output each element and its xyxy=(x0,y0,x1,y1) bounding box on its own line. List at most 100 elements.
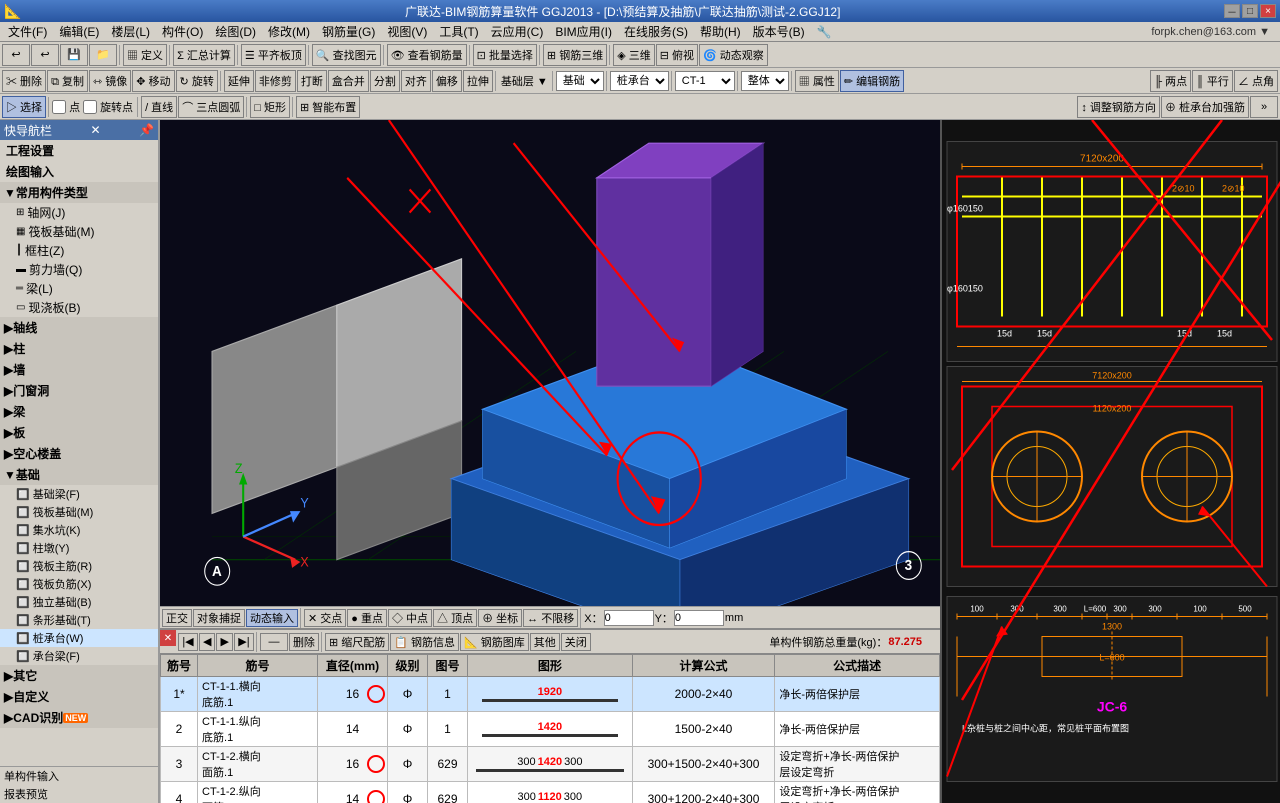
btn-coord[interactable]: ⊕ 坐标 xyxy=(478,609,522,627)
drawing-input-item[interactable]: 绘图输入 xyxy=(0,161,158,182)
btn-offset[interactable]: 偏移 xyxy=(432,70,462,92)
btn-vertex[interactable]: △ 顶点 xyxy=(433,609,477,627)
y-input[interactable] xyxy=(674,610,724,626)
btn-define[interactable]: ▦ 定义 xyxy=(123,44,167,66)
tree-strip[interactable]: 🔲 条形基础(T) xyxy=(0,611,158,629)
btn-close-panel[interactable]: 关闭 xyxy=(561,633,591,651)
btn-break[interactable]: 打断 xyxy=(297,70,327,92)
whole-select[interactable]: 整体 xyxy=(741,71,789,91)
btn-select[interactable]: ▷ 选择 xyxy=(2,96,46,118)
menu-version[interactable]: 版本号(B) xyxy=(747,21,811,42)
wall-category[interactable]: ▶ 墙 xyxy=(0,359,158,380)
close-btn[interactable]: × xyxy=(1260,4,1276,18)
btn-mirror[interactable]: ⇿ 镜像 xyxy=(89,70,131,92)
panel-pin-icon[interactable]: 📌 xyxy=(139,123,154,137)
menu-component[interactable]: 构件(O) xyxy=(156,21,209,42)
btn-batch-select[interactable]: ⊡ 批量选择 xyxy=(473,44,537,66)
maximize-btn[interactable]: □ xyxy=(1242,4,1258,18)
cad-category[interactable]: ▶ CAD识别 NEW xyxy=(0,707,158,728)
btn-rebar-library[interactable]: 📐 钢筋图库 xyxy=(460,633,529,651)
btn-smart-layout[interactable]: ⊞ 智能布置 xyxy=(296,96,360,118)
btn-align[interactable]: 对齐 xyxy=(401,70,431,92)
btn-endpoint[interactable]: ● 重点 xyxy=(347,609,387,627)
tree-isolated[interactable]: 🔲 独立基础(B) xyxy=(0,593,158,611)
btn-split[interactable]: 分割 xyxy=(370,70,400,92)
btn-undo[interactable]: ↩ xyxy=(2,44,30,66)
tree-pit[interactable]: 🔲 集水坑(K) xyxy=(0,521,158,539)
menu-edit[interactable]: 编辑(E) xyxy=(53,21,105,42)
btn-rect[interactable]: □ 矩形 xyxy=(250,96,290,118)
btn-move[interactable]: ✥ 移动 xyxy=(132,70,174,92)
tree-axis[interactable]: ⊞轴网(J) xyxy=(0,203,158,222)
other-category[interactable]: ▶ 其它 xyxy=(0,665,158,686)
foundation-category[interactable]: ▼ 基础 xyxy=(0,464,158,485)
btn-parallel[interactable]: ║ 平行 xyxy=(1192,70,1233,92)
btn-rotate[interactable]: ↻ 旋转 xyxy=(176,70,218,92)
panel-close-btn[interactable]: ✕ xyxy=(91,123,101,137)
tree-found-beam[interactable]: 🔲 基础梁(F) xyxy=(0,485,158,503)
col-category[interactable]: ▶ 柱 xyxy=(0,338,158,359)
btn-find[interactable]: 🔍 查找图元 xyxy=(312,44,381,66)
btn-point-angle[interactable]: ∠ 点角 xyxy=(1234,70,1278,92)
tree-beam[interactable]: ═梁(L) xyxy=(0,279,158,298)
tree-shear[interactable]: ▬剪力墙(Q) xyxy=(0,260,158,279)
component-select[interactable]: 桩承台 xyxy=(610,71,669,91)
project-setup-item[interactable]: 工程设置 xyxy=(0,140,158,161)
btn-scale-config[interactable]: ⊞ 缩尺配筋 xyxy=(325,633,389,651)
tree-col-pier[interactable]: 🔲 柱墩(Y) xyxy=(0,539,158,557)
btn-rebar-info[interactable]: 📋 钢筋信息 xyxy=(390,633,459,651)
menu-bim[interactable]: BIM应用(I) xyxy=(549,21,618,42)
beam-category[interactable]: ▶ 梁 xyxy=(0,401,158,422)
menu-settings-icon[interactable]: 🔧 xyxy=(811,23,838,41)
btn-other[interactable]: 其他 xyxy=(530,633,560,651)
btn-no-limit[interactable]: ↔ 不限移 xyxy=(523,609,578,627)
btn-next[interactable]: ▶ xyxy=(216,633,232,651)
common-category[interactable]: ▼ 常用构件类型 xyxy=(0,182,158,203)
tree-pile-cap[interactable]: 🔲 桩承台(W) xyxy=(0,629,158,647)
axis-category[interactable]: ▶ 轴线 xyxy=(0,317,158,338)
btn-dash[interactable]: — xyxy=(260,633,288,651)
plate-category[interactable]: ▶ 板 xyxy=(0,422,158,443)
menu-help[interactable]: 帮助(H) xyxy=(694,21,747,42)
table-row[interactable]: 1* CT-1-1.横向底筋.1 16 Φ 1 1 xyxy=(161,677,940,712)
btn-midpoint[interactable]: ◇ 中点 xyxy=(388,609,432,627)
menu-floor[interactable]: 楼层(L) xyxy=(105,21,156,42)
btn-delete[interactable]: ✂ 删除 xyxy=(2,70,46,92)
layer-select[interactable]: 基础 xyxy=(556,71,604,91)
btn-dynamic-obs[interactable]: 🌀 动态观察 xyxy=(699,44,768,66)
tree-col[interactable]: ┃框柱(Z) xyxy=(0,241,158,260)
single-component-btn[interactable]: 单构件输入 xyxy=(0,766,158,785)
btn-last[interactable]: ▶| xyxy=(234,633,254,651)
tree-slab[interactable]: ▭现浇板(B) xyxy=(0,298,158,317)
hollow-category[interactable]: ▶ 空心楼盖 xyxy=(0,443,158,464)
chk-rotate[interactable] xyxy=(83,100,97,114)
tree-raft[interactable]: 🔲 筏板基础(M) xyxy=(0,503,158,521)
menu-draw[interactable]: 绘图(D) xyxy=(209,21,262,42)
menu-modify[interactable]: 修改(M) xyxy=(262,21,316,42)
btn-extend[interactable]: 延伸 xyxy=(224,70,254,92)
btn-dynamic-input[interactable]: 动态输入 xyxy=(246,609,298,627)
chk-point[interactable] xyxy=(52,100,66,114)
menu-online[interactable]: 在线服务(S) xyxy=(618,21,694,42)
table-row[interactable]: 4 CT-1-2.纵向面筋.1 14 Φ 629 xyxy=(161,782,940,803)
x-input[interactable] xyxy=(604,610,654,626)
btn-stretch[interactable]: 拉伸 xyxy=(463,70,493,92)
table-row[interactable]: 2 CT-1-1.纵向底筋.1 14 Φ 1 1420 xyxy=(161,712,940,747)
btn-save[interactable]: 💾 xyxy=(60,44,88,66)
menu-rebar[interactable]: 钢筋量(G) xyxy=(316,21,381,42)
menu-tools[interactable]: 工具(T) xyxy=(433,21,484,42)
menu-cloud[interactable]: 云应用(C) xyxy=(485,21,550,42)
btn-open[interactable]: 📁 xyxy=(89,44,117,66)
viewport-3d[interactable]: Z X Y A 3 xyxy=(160,120,940,606)
menu-file[interactable]: 文件(F) xyxy=(2,21,53,42)
btn-rebar-3d[interactable]: ⊞ 钢筋三维 xyxy=(543,44,607,66)
btn-snap[interactable]: 对象捕捉 xyxy=(193,609,245,627)
btn-3d[interactable]: ◈ 三维 xyxy=(613,44,655,66)
btn-first[interactable]: |◀ xyxy=(178,633,198,651)
btn-top-view[interactable]: ⊟ 俯视 xyxy=(656,44,698,66)
btn-intersection[interactable]: ✕ 交点 xyxy=(304,609,346,627)
menu-view[interactable]: 视图(V) xyxy=(381,21,433,42)
tree-raft-main[interactable]: 🔲 筏板主筋(R) xyxy=(0,557,158,575)
table-row[interactable]: 3 CT-1-2.横向面筋.1 16 Φ 629 xyxy=(161,747,940,782)
btn-arc3[interactable]: ⌒ 三点圆弧 xyxy=(178,96,244,118)
